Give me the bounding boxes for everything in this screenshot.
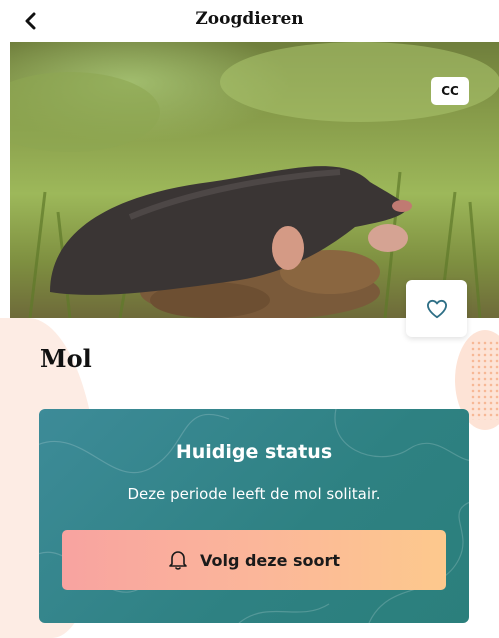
- species-name: Mol: [40, 344, 92, 373]
- bell-icon: [169, 551, 187, 570]
- follow-button-label: Volg deze soort: [199, 550, 341, 570]
- status-title: Huidige status: [175, 441, 333, 463]
- license-cc-badge[interactable]: CC: [431, 77, 469, 105]
- follow-species-button[interactable]: Volg deze soort: [62, 530, 446, 590]
- decorative-dots: [470, 340, 499, 420]
- status-card: Huidige status Deze periode leeft de mol…: [39, 409, 469, 623]
- species-photo: CC: [10, 42, 499, 318]
- heart-icon: [426, 299, 447, 318]
- page-title: Zoogdieren: [195, 9, 304, 29]
- status-description: Deze periode leeft de mol solitair.: [127, 485, 381, 503]
- favorite-button[interactable]: [406, 280, 467, 337]
- top-bar: Zoogdieren: [0, 0, 499, 42]
